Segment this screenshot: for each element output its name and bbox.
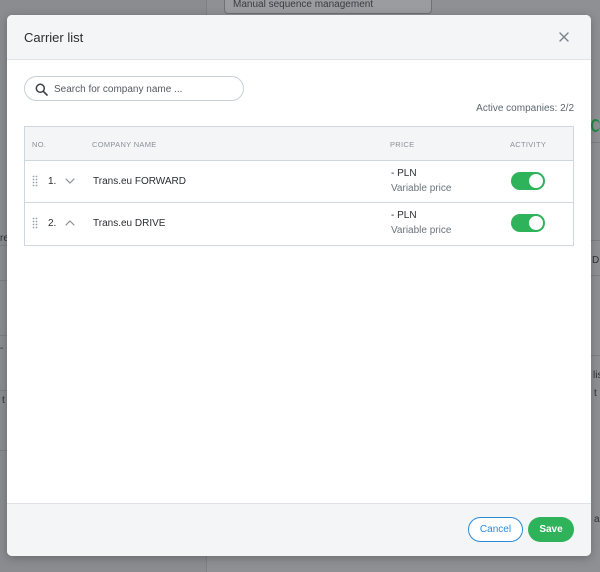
- background-divider: [0, 390, 7, 391]
- search-box: [24, 76, 244, 101]
- price-value: - PLN: [391, 210, 417, 221]
- background-text-fragment: t: [2, 395, 5, 406]
- background-text-fragment: D: [592, 255, 600, 266]
- column-header-price: PRICE: [390, 140, 415, 149]
- background-divider: [0, 245, 7, 246]
- price-value: - PLN: [391, 168, 417, 179]
- background-text-fragment: t: [594, 388, 597, 399]
- carrier-list-modal: Carrier list Active companies: 2/2 NO. C…: [7, 15, 591, 556]
- background-sequence-select: Manual sequence management: [224, 0, 432, 14]
- column-header-company: COMPANY NAME: [92, 140, 157, 149]
- background-divider: [0, 450, 7, 451]
- cancel-button[interactable]: Cancel: [468, 517, 523, 542]
- modal-title: Carrier list: [24, 30, 84, 45]
- toggle-knob: [529, 174, 543, 188]
- modal-footer: Cancel Save: [7, 503, 591, 556]
- activity-toggle[interactable]: [511, 172, 545, 190]
- table-row: 2. Trans.eu DRIVE - PLN Variable price: [25, 203, 573, 245]
- save-button[interactable]: Save: [528, 517, 574, 542]
- background-divider: [0, 280, 7, 281]
- background-text-fragment: -: [0, 343, 4, 354]
- chevron-up-icon[interactable]: [65, 218, 75, 228]
- close-icon: [559, 31, 569, 42]
- price-note: Variable price: [391, 225, 452, 236]
- modal-header: Carrier list: [7, 15, 591, 60]
- drag-handle-icon[interactable]: [32, 175, 38, 188]
- search-icon: [35, 83, 48, 96]
- background-divider: [591, 240, 600, 241]
- background-status-icon: [591, 119, 600, 132]
- company-name: Trans.eu FORWARD: [93, 176, 186, 187]
- carrier-table: NO. COMPANY NAME PRICE ACTIVITY 1. Trans…: [24, 126, 574, 246]
- company-name: Trans.eu DRIVE: [93, 218, 166, 229]
- row-number: 1.: [48, 176, 57, 187]
- table-row: 1. Trans.eu FORWARD - PLN Variable price: [25, 161, 573, 203]
- toggle-knob: [529, 216, 543, 230]
- background-text-fragment: lis: [593, 370, 600, 381]
- row-number: 2.: [48, 218, 57, 229]
- chevron-down-icon[interactable]: [65, 176, 75, 186]
- activity-toggle[interactable]: [511, 214, 545, 232]
- background-divider: [591, 355, 600, 356]
- background-text-fragment: a: [594, 514, 600, 525]
- price-note: Variable price: [391, 183, 452, 194]
- drag-handle-icon[interactable]: [32, 217, 38, 230]
- background-divider: [591, 275, 600, 276]
- background-divider: [0, 335, 7, 336]
- background-divider: [591, 142, 600, 143]
- active-companies-count: Active companies: 2/2: [476, 103, 574, 114]
- table-header: NO. COMPANY NAME PRICE ACTIVITY: [25, 127, 573, 161]
- column-header-activity: ACTIVITY: [510, 140, 547, 149]
- search-input[interactable]: [54, 80, 239, 98]
- column-header-no: NO.: [32, 140, 47, 149]
- close-button[interactable]: [553, 26, 575, 48]
